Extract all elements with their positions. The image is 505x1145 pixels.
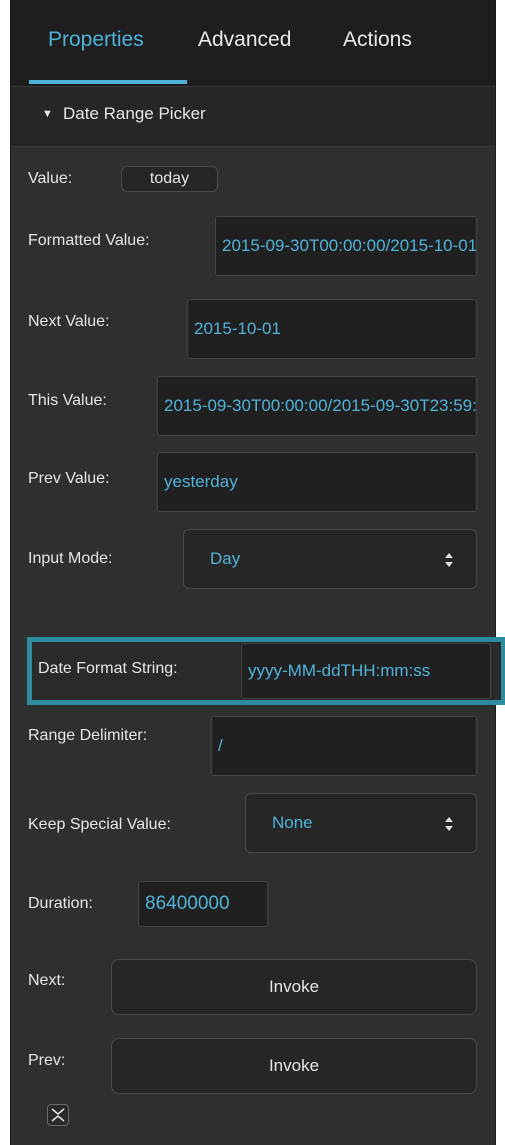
keep-special-value-label: Keep Special Value:: [28, 816, 171, 833]
section-title: Date Range Picker: [63, 104, 206, 123]
duration-field[interactable]: 86400000: [138, 881, 268, 927]
prev-value-field[interactable]: yesterday: [157, 452, 477, 512]
properties-panel: Properties Advanced Actions ▼ Date Range…: [10, 0, 505, 1145]
triangle-down-icon[interactable]: ▼: [42, 108, 53, 120]
this-value-field[interactable]: 2015-09-30T00:00:00/2015-09-30T23:59:59: [157, 376, 477, 436]
next-value-label: Next Value:: [28, 313, 110, 330]
next-value-field[interactable]: 2015-10-01: [187, 299, 477, 359]
next-invoke-button[interactable]: Invoke: [111, 959, 477, 1015]
active-tab-indicator: [29, 80, 187, 84]
up-down-arrows-icon: [445, 817, 453, 831]
tab-actions[interactable]: Actions: [343, 28, 412, 52]
keep-special-value-value: None: [272, 813, 313, 832]
keep-special-value-select[interactable]: None: [245, 793, 477, 853]
tab-bar: Properties Advanced Actions: [11, 0, 495, 86]
prev-invoke-button[interactable]: Invoke: [111, 1038, 477, 1094]
prev-value-label: Prev Value:: [28, 470, 110, 487]
date-format-field[interactable]: yyyy-MM-ddTHH:mm:ss: [241, 643, 491, 699]
this-value-label: This Value:: [28, 392, 107, 409]
tab-properties[interactable]: Properties: [48, 28, 144, 52]
formatted-value-label: Formatted Value:: [28, 232, 150, 249]
prev-action-label: Prev:: [28, 1052, 66, 1069]
duration-label: Duration:: [28, 895, 93, 912]
input-mode-select[interactable]: Day: [183, 529, 477, 589]
range-delimiter-field[interactable]: /: [211, 716, 477, 776]
collapse-icon[interactable]: [47, 1104, 69, 1126]
next-action-label: Next:: [28, 972, 66, 989]
input-mode-value: Day: [210, 549, 241, 568]
formatted-value-field[interactable]: 2015-09-30T00:00:00/2015-10-01T00:00:00: [215, 216, 477, 276]
collapse-chevrons-icon: [51, 1108, 65, 1122]
value-label: Value:: [28, 170, 73, 187]
tab-advanced[interactable]: Advanced: [198, 28, 291, 52]
range-delimiter-label: Range Delimiter:: [28, 727, 148, 744]
input-mode-label: Input Mode:: [28, 550, 113, 567]
up-down-arrows-icon: [445, 553, 453, 567]
value-input[interactable]: today: [121, 166, 218, 192]
date-format-label: Date Format String:: [38, 660, 178, 677]
